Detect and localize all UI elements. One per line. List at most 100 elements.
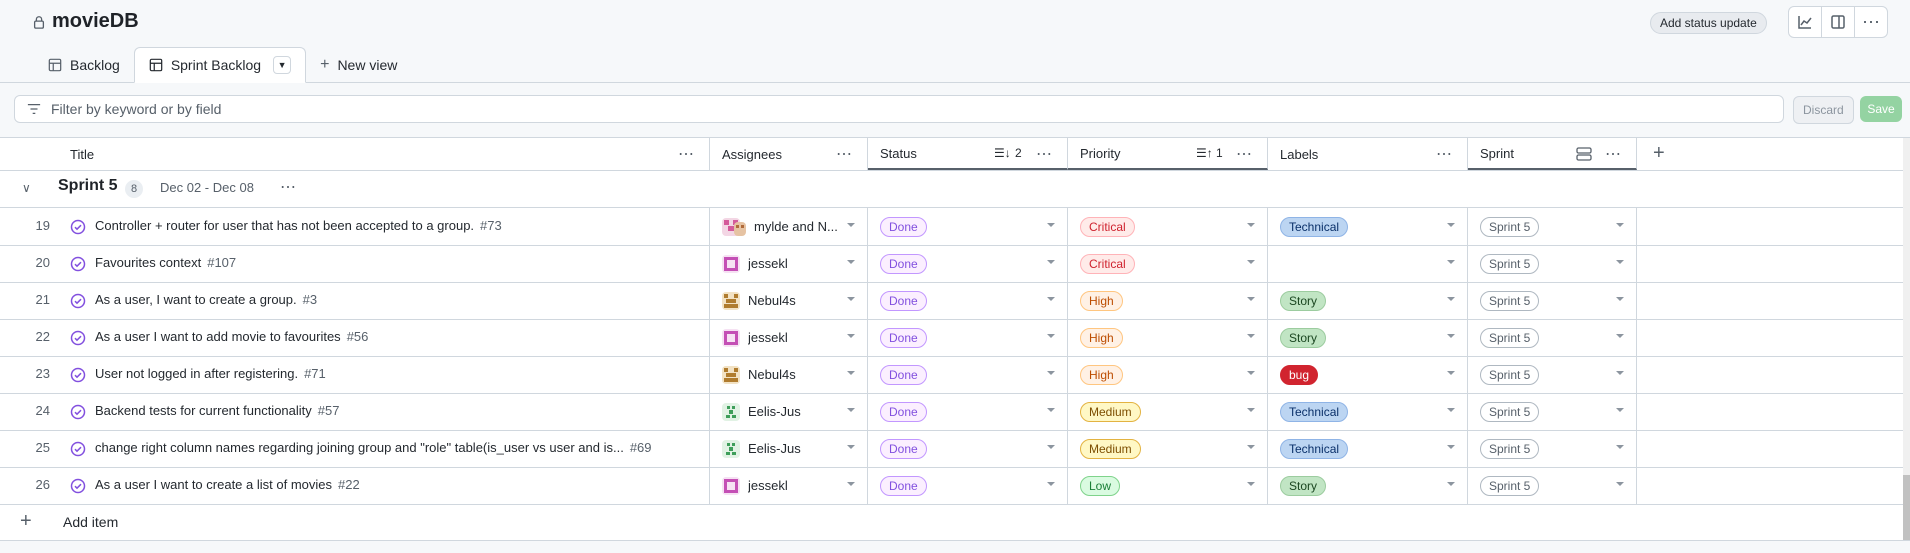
discard-button[interactable]: Discard — [1793, 96, 1854, 124]
column-header-assignees[interactable]: Assignees ⋯ — [710, 138, 868, 170]
assignees-cell[interactable]: Nebul4s — [710, 282, 868, 319]
chevron-down-icon[interactable] — [847, 334, 855, 338]
priority-cell[interactable]: Critical — [1068, 208, 1268, 245]
priority-cell[interactable]: High — [1068, 356, 1268, 393]
collapse-chevron-icon[interactable]: ∨ — [22, 181, 31, 195]
title-cell[interactable]: 22 As a user I want to add movie to favou… — [0, 319, 710, 356]
chevron-down-icon[interactable] — [1616, 334, 1624, 338]
column-menu-icon[interactable]: ⋯ — [1036, 144, 1053, 164]
title-cell[interactable]: 20 Favourites context #107 — [0, 245, 710, 282]
labels-cell[interactable] — [1268, 245, 1468, 282]
chevron-down-icon[interactable] — [1247, 371, 1255, 375]
tab-backlog[interactable]: Backlog — [34, 48, 134, 82]
issue-title-link[interactable]: As a user I want to create a list of mov… — [95, 477, 360, 492]
chevron-down-icon[interactable] — [1247, 260, 1255, 264]
issue-title-link[interactable]: As a user I want to add movie to favouri… — [95, 329, 368, 344]
chevron-down-icon[interactable] — [1447, 334, 1455, 338]
chevron-down-icon[interactable] — [1447, 371, 1455, 375]
tab-sprint-backlog[interactable]: Sprint Backlog ▼ — [133, 47, 307, 83]
assignees-cell[interactable]: Nebul4s — [710, 356, 868, 393]
labels-cell[interactable]: Technical — [1268, 430, 1468, 467]
chevron-down-icon[interactable] — [1247, 482, 1255, 486]
chevron-down-icon[interactable] — [1047, 445, 1055, 449]
tab-new-view[interactable]: + New view — [306, 48, 411, 82]
sprint-cell[interactable]: Sprint 5 — [1468, 245, 1637, 282]
status-cell[interactable]: Done — [868, 319, 1068, 356]
assignees-cell[interactable]: jessekl — [710, 319, 868, 356]
labels-cell[interactable]: Story — [1268, 319, 1468, 356]
chevron-down-icon[interactable] — [1247, 408, 1255, 412]
column-header-sprint[interactable]: Sprint ⋯ — [1468, 138, 1637, 170]
chevron-down-icon[interactable] — [1447, 260, 1455, 264]
status-cell[interactable]: Done — [868, 245, 1068, 282]
chevron-down-icon[interactable] — [847, 408, 855, 412]
chevron-down-icon[interactable] — [1447, 297, 1455, 301]
assignees-cell[interactable]: jessekl — [710, 245, 868, 282]
table-row[interactable]: 23 User not logged in after registering. #… — [0, 356, 1903, 394]
table-row[interactable]: 21 As a user, I want to create a group. #3… — [0, 282, 1903, 320]
side-panel-button[interactable] — [1822, 7, 1855, 37]
view-options-dropdown[interactable]: ▼ — [273, 56, 292, 74]
sprint-cell[interactable]: Sprint 5 — [1468, 356, 1637, 393]
priority-cell[interactable]: High — [1068, 319, 1268, 356]
chevron-down-icon[interactable] — [1247, 334, 1255, 338]
chevron-down-icon[interactable] — [1047, 260, 1055, 264]
issue-title-link[interactable]: User not logged in after registering. #71 — [95, 366, 326, 381]
more-options-button[interactable]: ⋯ — [1855, 7, 1887, 37]
chevron-down-icon[interactable] — [1047, 371, 1055, 375]
title-cell[interactable]: 21 As a user, I want to create a group. #3 — [0, 282, 710, 319]
chevron-down-icon[interactable] — [1616, 408, 1624, 412]
issue-title-link[interactable]: Backend tests for current functionality #… — [95, 403, 339, 418]
sprint-cell[interactable]: Sprint 5 — [1468, 467, 1637, 504]
priority-cell[interactable]: Medium — [1068, 393, 1268, 430]
assignees-cell[interactable]: Eelis-Jus — [710, 430, 868, 467]
column-menu-icon[interactable]: ⋯ — [678, 144, 695, 164]
column-menu-icon[interactable]: ⋯ — [836, 144, 853, 164]
priority-cell[interactable]: High — [1068, 282, 1268, 319]
title-cell[interactable]: 23 User not logged in after registering. #… — [0, 356, 710, 393]
priority-cell[interactable]: Critical — [1068, 245, 1268, 282]
add-item-row[interactable]: + Add item — [0, 504, 1903, 540]
chevron-down-icon[interactable] — [1447, 445, 1455, 449]
assignees-cell[interactable]: jessekl — [710, 467, 868, 504]
chevron-down-icon[interactable] — [1447, 408, 1455, 412]
issue-title-link[interactable]: change right column names regarding join… — [95, 440, 652, 455]
sprint-cell[interactable]: Sprint 5 — [1468, 430, 1637, 467]
column-menu-icon[interactable]: ⋯ — [1436, 144, 1453, 164]
add-field-button[interactable]: + — [1653, 142, 1665, 165]
sprint-cell[interactable]: Sprint 5 — [1468, 208, 1637, 245]
save-button[interactable]: Save — [1860, 96, 1902, 122]
labels-cell[interactable]: Technical — [1268, 208, 1468, 245]
chevron-down-icon[interactable] — [1616, 297, 1624, 301]
table-row[interactable]: 19 Controller + router for user that has … — [0, 208, 1903, 246]
chevron-down-icon[interactable] — [1247, 223, 1255, 227]
table-row[interactable]: 25 change right column names regarding jo… — [0, 430, 1903, 468]
chevron-down-icon[interactable] — [847, 260, 855, 264]
chevron-down-icon[interactable] — [847, 223, 855, 227]
labels-cell[interactable]: bug — [1268, 356, 1468, 393]
title-cell[interactable]: 25 change right column names regarding jo… — [0, 430, 710, 467]
title-cell[interactable]: 19 Controller + router for user that has … — [0, 208, 710, 245]
chevron-down-icon[interactable] — [847, 482, 855, 486]
column-header-title[interactable]: Title ⋯ — [0, 138, 710, 170]
group-menu-icon[interactable]: ⋯ — [280, 177, 296, 197]
status-cell[interactable]: Done — [868, 208, 1068, 245]
column-menu-icon[interactable]: ⋯ — [1605, 144, 1622, 164]
status-cell[interactable]: Done — [868, 430, 1068, 467]
column-header-labels[interactable]: Labels ⋯ — [1268, 138, 1468, 170]
issue-title-link[interactable]: Favourites context #107 — [95, 255, 236, 270]
scrollbar-thumb[interactable] — [1903, 475, 1910, 540]
chevron-down-icon[interactable] — [1447, 223, 1455, 227]
sprint-cell[interactable]: Sprint 5 — [1468, 319, 1637, 356]
chevron-down-icon[interactable] — [1047, 223, 1055, 227]
table-row[interactable]: 26 As a user I want to create a list of m… — [0, 467, 1903, 505]
priority-cell[interactable]: Medium — [1068, 430, 1268, 467]
status-cell[interactable]: Done — [868, 393, 1068, 430]
chevron-down-icon[interactable] — [1047, 408, 1055, 412]
issue-title-link[interactable]: Controller + router for user that has no… — [95, 218, 502, 233]
chevron-down-icon[interactable] — [1047, 482, 1055, 486]
column-header-priority[interactable]: Priority ☰↑ 1 ⋯ — [1068, 138, 1268, 170]
status-cell[interactable]: Done — [868, 467, 1068, 504]
chevron-down-icon[interactable] — [1447, 482, 1455, 486]
chevron-down-icon[interactable] — [1247, 297, 1255, 301]
